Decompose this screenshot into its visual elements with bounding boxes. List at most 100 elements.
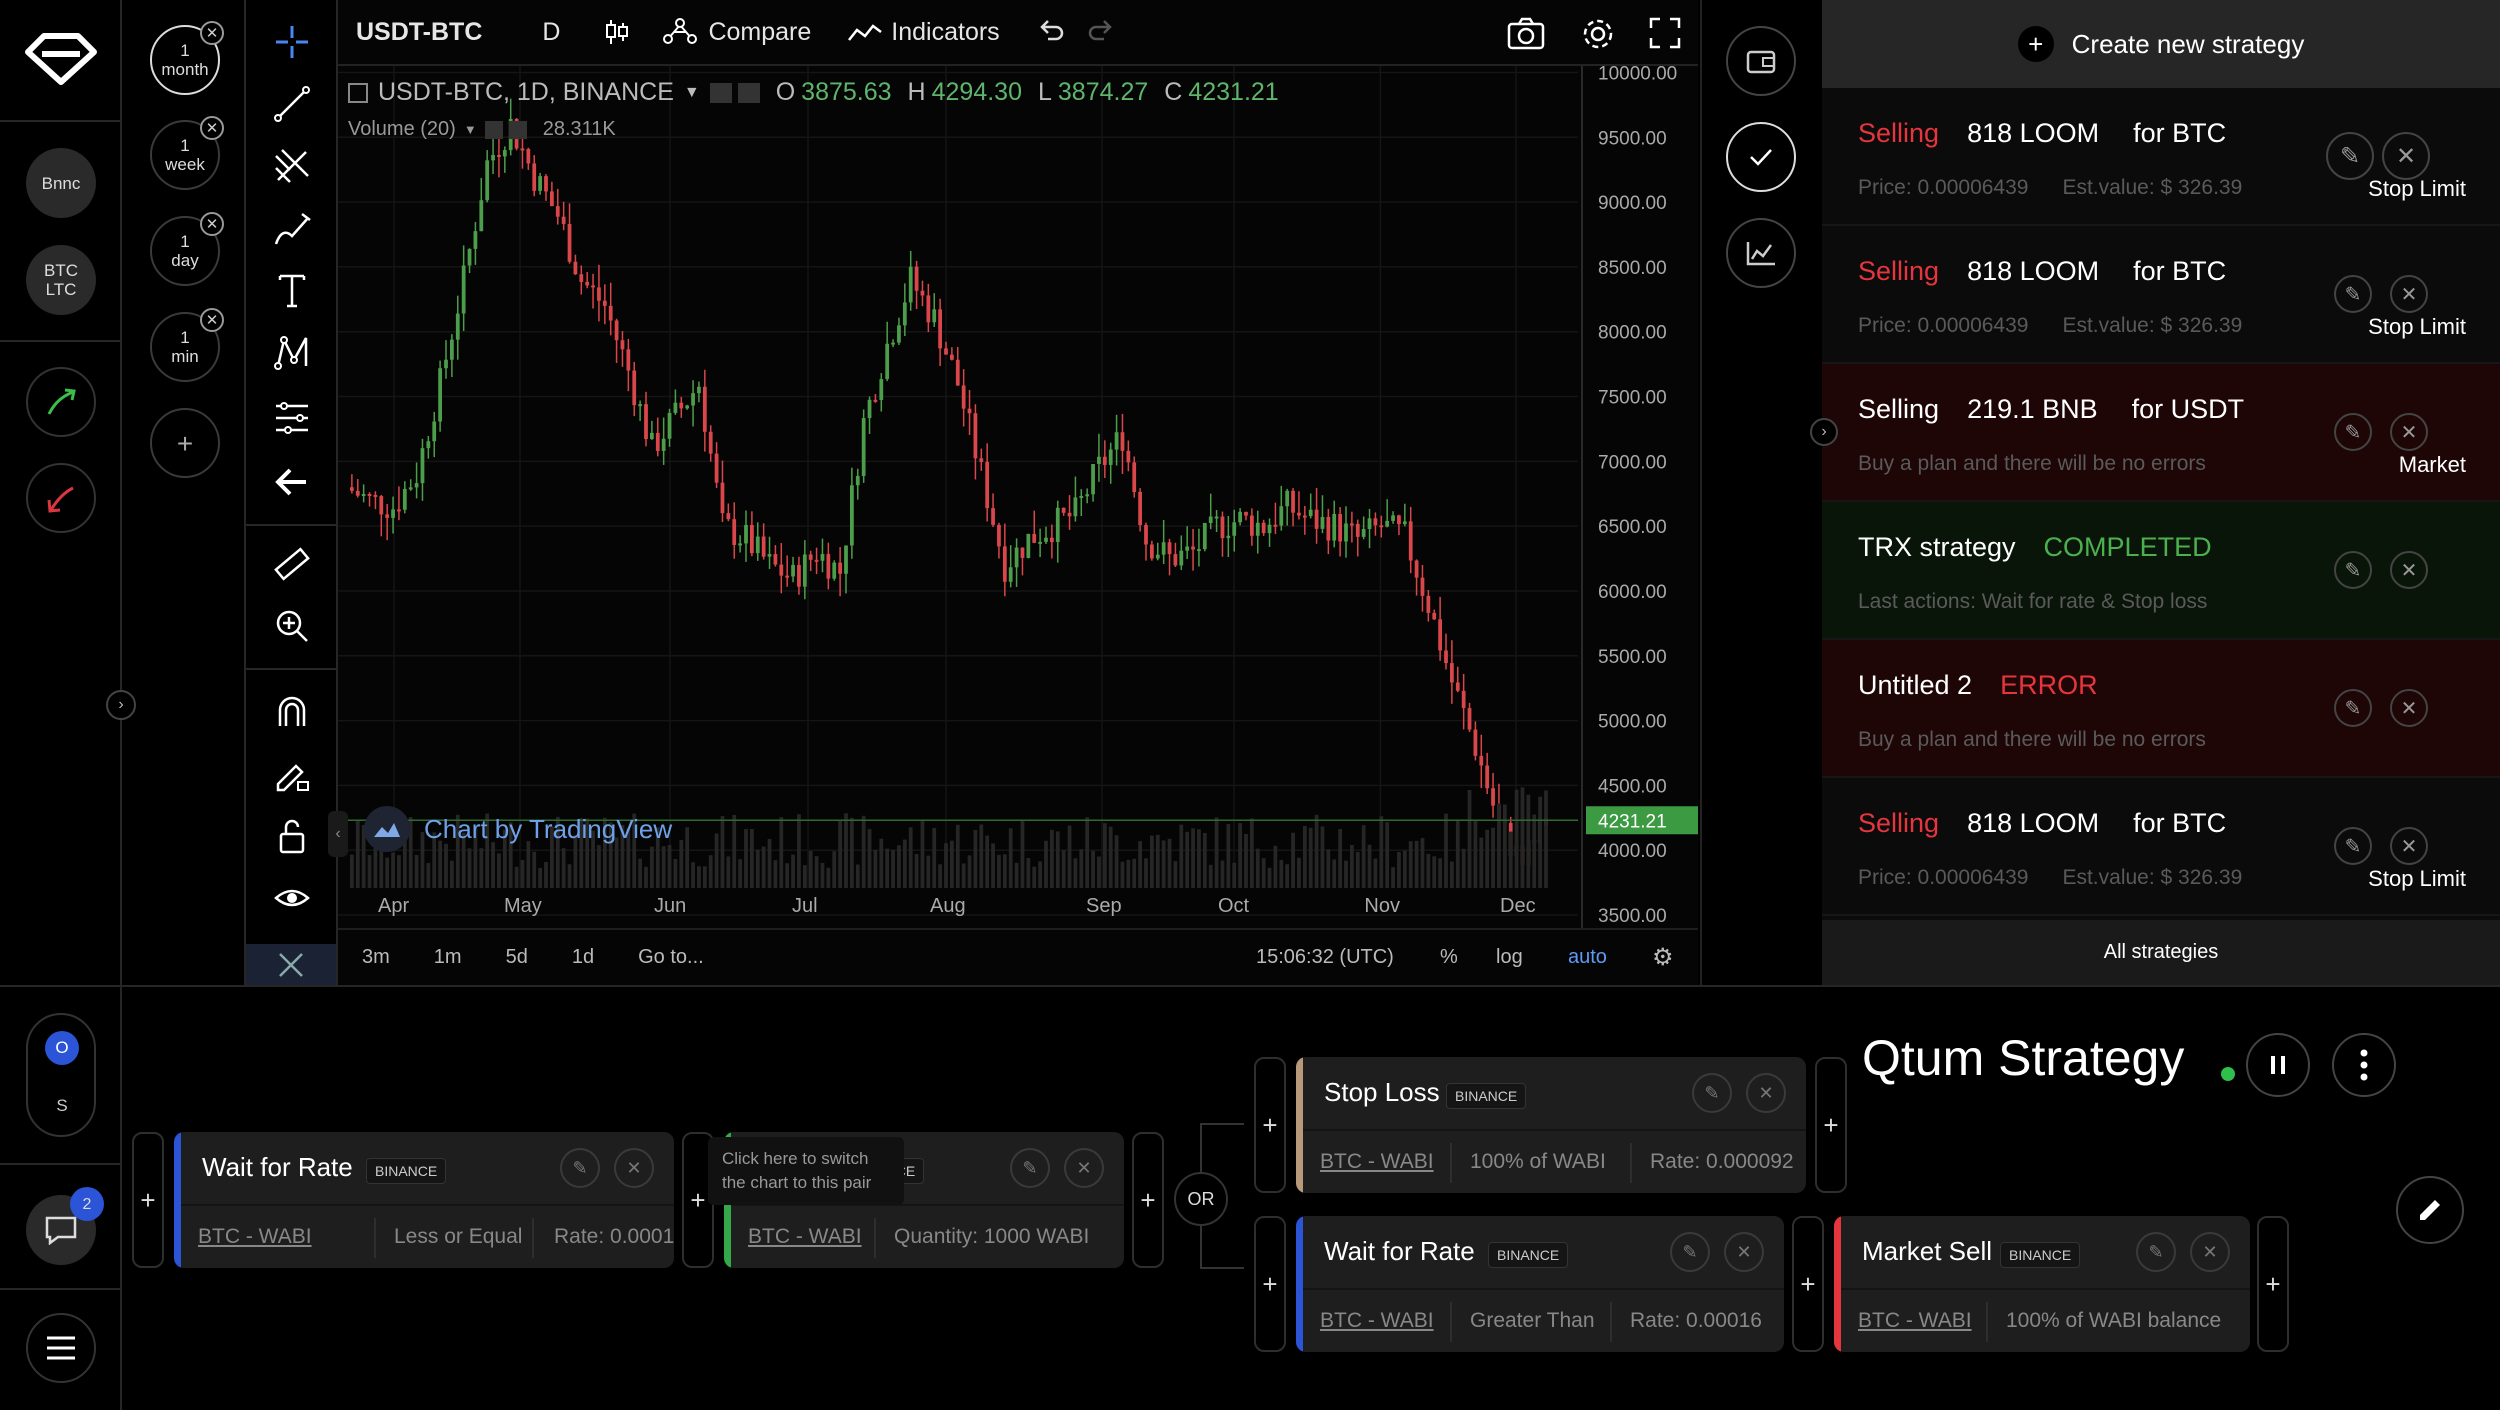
close-icon[interactable]: ✕ bbox=[614, 1148, 654, 1188]
legend-gear-icon[interactable] bbox=[737, 82, 760, 103]
toggle-s[interactable]: S bbox=[45, 1089, 79, 1123]
add-step-button[interactable]: + bbox=[1132, 1132, 1164, 1268]
range-1m[interactable]: 1m bbox=[434, 946, 462, 969]
timeframe-day[interactable]: 1 day ✕ bbox=[150, 212, 224, 286]
zoom-tool[interactable] bbox=[268, 602, 316, 650]
step-card-wait-for-rate-2[interactable]: Wait for Rate BINANCE ✎ ✕ BTC - WABI Gre… bbox=[1296, 1216, 1784, 1352]
collapse-chart-handle[interactable]: ‹ bbox=[328, 811, 348, 857]
edit-strategy-icon[interactable]: ✎ bbox=[2334, 551, 2372, 589]
close-icon[interactable]: ✕ bbox=[2390, 413, 2428, 451]
remove-drawings-tool[interactable] bbox=[246, 944, 336, 985]
brush-tool[interactable] bbox=[268, 204, 316, 252]
goto-button[interactable]: Go to... bbox=[638, 946, 704, 969]
add-timeframe-button[interactable]: + bbox=[150, 408, 220, 478]
indicators-button[interactable]: Indicators bbox=[847, 18, 1000, 47]
step-card-wait-for-rate[interactable]: Wait for Rate BINANCE ✎ ✕ BTC - WABI Les… bbox=[174, 1132, 674, 1268]
strategy-row[interactable]: Untitled 2 ERROR Buy a plan and there wil… bbox=[1822, 640, 2500, 778]
order-side-toggle[interactable]: O S bbox=[26, 1013, 96, 1137]
edit-icon[interactable]: ✎ bbox=[560, 1148, 600, 1188]
magnet-tool[interactable] bbox=[268, 688, 316, 736]
edit-lock-tool[interactable] bbox=[268, 750, 316, 798]
measure-tool[interactable] bbox=[268, 394, 316, 442]
ruler-tool[interactable] bbox=[268, 540, 316, 588]
add-step-button[interactable]: + bbox=[2257, 1216, 2289, 1352]
back-tool[interactable] bbox=[268, 458, 316, 506]
wallet-button[interactable] bbox=[1726, 26, 1796, 96]
percent-toggle[interactable]: % bbox=[1440, 946, 1458, 969]
settings-button[interactable] bbox=[1578, 14, 1618, 54]
edit-icon[interactable]: ✎ bbox=[1670, 1232, 1710, 1272]
strategy-row[interactable]: TRX strategy COMPLETED Last actions: Wait… bbox=[1822, 502, 2500, 640]
all-strategies-button[interactable]: All strategies bbox=[1822, 920, 2500, 985]
card-pair[interactable]: BTC - WABI bbox=[198, 1214, 312, 1260]
analytics-button[interactable] bbox=[1726, 218, 1796, 288]
edit-strategy-button[interactable] bbox=[2396, 1176, 2464, 1244]
strategy-row[interactable]: Selling 818 LOOM for BTC Price: 0.00006439… bbox=[1822, 778, 2500, 916]
edit-strategy-icon[interactable]: ✎ bbox=[2326, 132, 2374, 180]
legend-eye-icon[interactable] bbox=[709, 82, 732, 103]
compare-button[interactable]: Compare bbox=[662, 17, 811, 47]
undo-button[interactable] bbox=[1036, 17, 1066, 47]
logo[interactable] bbox=[22, 30, 100, 90]
volume-settings-icon[interactable] bbox=[484, 120, 503, 139]
fib-tool[interactable] bbox=[268, 142, 316, 190]
create-strategy-button[interactable]: + Create new strategy bbox=[1822, 0, 2500, 88]
redo-button[interactable] bbox=[1086, 17, 1116, 47]
range-3m[interactable]: 3m bbox=[362, 946, 390, 969]
interval-selector[interactable]: D bbox=[542, 18, 560, 47]
add-step-button[interactable]: + bbox=[1254, 1216, 1286, 1352]
chart-type-button[interactable] bbox=[602, 17, 632, 47]
card-pair[interactable]: BTC - WABI bbox=[1858, 1298, 1972, 1344]
pause-button[interactable] bbox=[2246, 1033, 2310, 1097]
timeframe-min[interactable]: 1 min ✕ bbox=[150, 308, 224, 382]
card-pair[interactable]: BTC - WABI bbox=[748, 1214, 862, 1260]
chevron-down-icon[interactable]: ▼ bbox=[684, 84, 700, 102]
edit-icon[interactable]: ✎ bbox=[1010, 1148, 1050, 1188]
close-icon[interactable]: ✕ bbox=[2190, 1232, 2230, 1272]
price-plot[interactable]: 10000.00 9500.00 9000.00 8500.00 8000.00 7500… bbox=[328, 66, 1698, 985]
edit-strategy-icon[interactable]: ✎ bbox=[2334, 413, 2372, 451]
close-icon[interactable]: ✕ bbox=[2390, 275, 2428, 313]
more-button[interactable] bbox=[2332, 1033, 2396, 1097]
visibility-tool[interactable] bbox=[268, 874, 316, 922]
close-icon[interactable]: ✕ bbox=[2390, 689, 2428, 727]
volume-close-icon[interactable] bbox=[508, 120, 527, 139]
trendline-tool[interactable] bbox=[268, 80, 316, 128]
log-toggle[interactable]: log bbox=[1496, 946, 1523, 969]
text-tool[interactable] bbox=[268, 266, 316, 314]
add-step-button[interactable]: + bbox=[1254, 1057, 1286, 1193]
range-1d[interactable]: 1d bbox=[572, 946, 594, 969]
add-step-button[interactable]: + bbox=[132, 1132, 164, 1268]
timeframe-week[interactable]: 1 week ✕ bbox=[150, 116, 224, 190]
step-card-stop-loss[interactable]: Stop Loss BINANCE ✎ ✕ BTC - WABI 100% of… bbox=[1296, 1057, 1806, 1193]
tradingview-watermark[interactable]: Chart by TradingView bbox=[364, 806, 672, 852]
card-pair[interactable]: BTC - WABI bbox=[1320, 1298, 1434, 1344]
card-pair[interactable]: BTC - WABI bbox=[1320, 1139, 1434, 1185]
confirm-button[interactable] bbox=[1726, 122, 1796, 192]
fullscreen-button[interactable] bbox=[1648, 16, 1682, 50]
close-icon[interactable]: ✕ bbox=[1746, 1073, 1786, 1113]
edit-icon[interactable]: ✎ bbox=[2136, 1232, 2176, 1272]
edit-strategy-icon[interactable]: ✎ bbox=[2334, 689, 2372, 727]
auto-toggle[interactable]: auto bbox=[1568, 946, 1607, 969]
chart-area[interactable]: USDT-BTC D Compare Indicators 10000.00 95… bbox=[328, 0, 1698, 985]
edit-strategy-icon[interactable]: ✎ bbox=[2334, 275, 2372, 313]
close-icon[interactable]: ✕ bbox=[1724, 1232, 1764, 1272]
strategy-row[interactable]: Selling 818 LOOM for BTC Price: 0.00006439… bbox=[1822, 88, 2500, 226]
toggle-o[interactable]: O bbox=[45, 1031, 79, 1065]
collapse-legend-icon[interactable] bbox=[348, 82, 368, 103]
close-icon[interactable]: ✕ bbox=[2382, 132, 2430, 180]
lock-tool[interactable] bbox=[268, 812, 316, 860]
edit-icon[interactable]: ✎ bbox=[1692, 1073, 1732, 1113]
step-card-market-sell[interactable]: Market Sell BINANCE ✎ ✕ BTC - WABI 100% … bbox=[1834, 1216, 2250, 1352]
close-icon[interactable]: ✕ bbox=[2390, 827, 2428, 865]
close-icon[interactable]: ✕ bbox=[200, 212, 224, 236]
chat-button[interactable]: 2 bbox=[26, 1187, 104, 1265]
collapse-panel-button[interactable]: › bbox=[1810, 418, 1838, 446]
edit-strategy-icon[interactable]: ✎ bbox=[2334, 827, 2372, 865]
expand-panel-button[interactable]: › bbox=[106, 690, 136, 720]
strategy-row[interactable]: Selling 219.1 BNB for USDT Buy a plan and … bbox=[1822, 364, 2500, 502]
pattern-tool[interactable] bbox=[268, 328, 316, 376]
menu-button[interactable] bbox=[26, 1313, 96, 1383]
timeframe-month[interactable]: 1 month ✕ bbox=[150, 21, 224, 95]
